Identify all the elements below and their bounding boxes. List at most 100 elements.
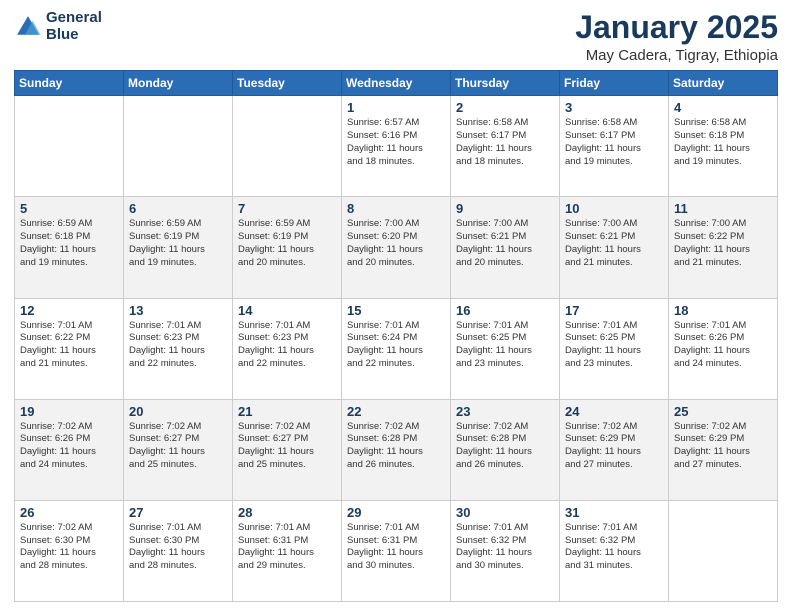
calendar-cell: 31Sunrise: 7:01 AMSunset: 6:32 PMDayligh… (560, 500, 669, 601)
day-info: Sunrise: 7:00 AMSunset: 6:21 PMDaylight:… (456, 218, 554, 269)
calendar-cell (233, 96, 342, 197)
logo-icon (14, 13, 42, 41)
day-number: 4 (674, 100, 772, 115)
day-info: Sunrise: 6:58 AMSunset: 6:18 PMDaylight:… (674, 117, 772, 168)
day-number: 24 (565, 404, 663, 419)
weekday-header-thursday: Thursday (451, 71, 560, 96)
calendar-cell: 29Sunrise: 7:01 AMSunset: 6:31 PMDayligh… (342, 500, 451, 601)
header: General Blue January 2025 May Cadera, Ti… (14, 10, 778, 64)
calendar-cell: 23Sunrise: 7:02 AMSunset: 6:28 PMDayligh… (451, 399, 560, 500)
day-info: Sunrise: 6:58 AMSunset: 6:17 PMDaylight:… (565, 117, 663, 168)
day-number: 30 (456, 505, 554, 520)
calendar-cell: 22 Sunrise: 7:02 AMSunset: 6:28 PMDayligh… (342, 399, 451, 500)
page: General Blue January 2025 May Cadera, Ti… (0, 0, 792, 612)
calendar-cell: 17 Sunrise: 7:01 AMSunset: 6:25 PMDayligh… (560, 298, 669, 399)
day-number: 23 (456, 404, 554, 419)
calendar-cell: 11 Sunrise: 7:00 AMSunset: 6:22 PMDayligh… (669, 197, 778, 298)
day-number: 10 (565, 201, 663, 216)
day-info: Sunrise: 7:02 AMSunset: 6:27 PMDaylight:… (238, 421, 336, 472)
calendar-cell (124, 96, 233, 197)
calendar-cell: 28 Sunrise: 7:01 AMSunset: 6:31 PMDayligh… (233, 500, 342, 601)
day-number: 1 (347, 100, 445, 115)
calendar-week-4: 19 Sunrise: 7:02 AMSunset: 6:26 PMDayligh… (15, 399, 778, 500)
calendar-cell: 16 Sunrise: 7:01 AMSunset: 6:25 PMDayligh… (451, 298, 560, 399)
title-block: January 2025 May Cadera, Tigray, Ethiopi… (575, 10, 778, 64)
calendar-week-3: 12Sunrise: 7:01 AMSunset: 6:22 PMDayligh… (15, 298, 778, 399)
day-info: Sunrise: 7:02 AMSunset: 6:28 PMDaylight:… (347, 421, 445, 472)
day-info: Sunrise: 7:01 AMSunset: 6:23 PMDaylight:… (129, 320, 227, 371)
day-info: Sunrise: 7:00 AMSunset: 6:20 PMDaylight:… (347, 218, 445, 269)
day-info: Sunrise: 7:01 AMSunset: 6:24 PMDaylight:… (347, 320, 445, 371)
day-info: Sunrise: 7:00 AMSunset: 6:22 PMDaylight:… (674, 218, 772, 269)
calendar-cell: 13 Sunrise: 7:01 AMSunset: 6:23 PMDayligh… (124, 298, 233, 399)
calendar-cell (669, 500, 778, 601)
calendar-cell: 20Sunrise: 7:02 AMSunset: 6:27 PMDayligh… (124, 399, 233, 500)
logo-text: General Blue (46, 10, 102, 43)
calendar-cell: 5 Sunrise: 6:59 AMSunset: 6:18 PMDaylight… (15, 197, 124, 298)
calendar-cell: 6 Sunrise: 6:59 AMSunset: 6:19 PMDaylight… (124, 197, 233, 298)
day-info: Sunrise: 6:59 AMSunset: 6:19 PMDaylight:… (129, 218, 227, 269)
day-number: 22 (347, 404, 445, 419)
logo-line2: Blue (46, 27, 102, 44)
day-number: 7 (238, 201, 336, 216)
day-number: 27 (129, 505, 227, 520)
day-number: 28 (238, 505, 336, 520)
calendar-cell: 2Sunrise: 6:58 AMSunset: 6:17 PMDaylight… (451, 96, 560, 197)
day-number: 14 (238, 303, 336, 318)
day-info: Sunrise: 7:02 AMSunset: 6:30 PMDaylight:… (20, 522, 118, 573)
calendar-cell: 27 Sunrise: 7:01 AMSunset: 6:30 PMDayligh… (124, 500, 233, 601)
day-number: 19 (20, 404, 118, 419)
day-info: Sunrise: 7:01 AMSunset: 6:22 PMDaylight:… (20, 320, 118, 371)
calendar-week-1: 1 Sunrise: 6:57 AMSunset: 6:16 PMDaylight… (15, 96, 778, 197)
calendar-cell: 7 Sunrise: 6:59 AMSunset: 6:19 PMDaylight… (233, 197, 342, 298)
day-info: Sunrise: 6:58 AMSunset: 6:17 PMDaylight:… (456, 117, 554, 168)
day-info: Sunrise: 6:59 AMSunset: 6:18 PMDaylight:… (20, 218, 118, 269)
day-number: 29 (347, 505, 445, 520)
day-info: Sunrise: 7:01 AMSunset: 6:30 PMDaylight:… (129, 522, 227, 573)
calendar-week-2: 5 Sunrise: 6:59 AMSunset: 6:18 PMDaylight… (15, 197, 778, 298)
calendar-cell: 8 Sunrise: 7:00 AMSunset: 6:20 PMDaylight… (342, 197, 451, 298)
weekday-header-wednesday: Wednesday (342, 71, 451, 96)
calendar-cell: 24 Sunrise: 7:02 AMSunset: 6:29 PMDayligh… (560, 399, 669, 500)
calendar-cell (15, 96, 124, 197)
calendar-cell: 4 Sunrise: 6:58 AMSunset: 6:18 PMDaylight… (669, 96, 778, 197)
day-info: Sunrise: 7:02 AMSunset: 6:29 PMDaylight:… (565, 421, 663, 472)
day-number: 17 (565, 303, 663, 318)
day-info: Sunrise: 7:01 AMSunset: 6:25 PMDaylight:… (456, 320, 554, 371)
day-number: 25 (674, 404, 772, 419)
day-info: Sunrise: 7:02 AMSunset: 6:26 PMDaylight:… (20, 421, 118, 472)
calendar-cell: 19 Sunrise: 7:02 AMSunset: 6:26 PMDayligh… (15, 399, 124, 500)
logo-line1: General (46, 10, 102, 27)
day-number: 13 (129, 303, 227, 318)
day-info: Sunrise: 7:02 AMSunset: 6:27 PMDaylight:… (129, 421, 227, 472)
day-number: 15 (347, 303, 445, 318)
calendar-cell: 25 Sunrise: 7:02 AMSunset: 6:29 PMDayligh… (669, 399, 778, 500)
calendar-week-5: 26 Sunrise: 7:02 AMSunset: 6:30 PMDayligh… (15, 500, 778, 601)
day-info: Sunrise: 7:02 AMSunset: 6:29 PMDaylight:… (674, 421, 772, 472)
weekday-header-saturday: Saturday (669, 71, 778, 96)
calendar-cell: 14Sunrise: 7:01 AMSunset: 6:23 PMDayligh… (233, 298, 342, 399)
day-info: Sunrise: 6:57 AMSunset: 6:16 PMDaylight:… (347, 117, 445, 168)
day-number: 8 (347, 201, 445, 216)
day-number: 6 (129, 201, 227, 216)
weekday-header-sunday: Sunday (15, 71, 124, 96)
logo: General Blue (14, 10, 102, 43)
location-title: May Cadera, Tigray, Ethiopia (575, 47, 778, 64)
day-number: 26 (20, 505, 118, 520)
calendar-cell: 12Sunrise: 7:01 AMSunset: 6:22 PMDayligh… (15, 298, 124, 399)
day-number: 11 (674, 201, 772, 216)
calendar-cell: 26 Sunrise: 7:02 AMSunset: 6:30 PMDayligh… (15, 500, 124, 601)
calendar-cell: 9 Sunrise: 7:00 AMSunset: 6:21 PMDaylight… (451, 197, 560, 298)
day-number: 21 (238, 404, 336, 419)
weekday-header-row: SundayMondayTuesdayWednesdayThursdayFrid… (15, 71, 778, 96)
day-info: Sunrise: 6:59 AMSunset: 6:19 PMDaylight:… (238, 218, 336, 269)
day-info: Sunrise: 7:01 AMSunset: 6:31 PMDaylight:… (238, 522, 336, 573)
day-number: 5 (20, 201, 118, 216)
day-number: 16 (456, 303, 554, 318)
calendar-cell: 1 Sunrise: 6:57 AMSunset: 6:16 PMDaylight… (342, 96, 451, 197)
calendar-cell: 21 Sunrise: 7:02 AMSunset: 6:27 PMDayligh… (233, 399, 342, 500)
calendar-cell: 3Sunrise: 6:58 AMSunset: 6:17 PMDaylight… (560, 96, 669, 197)
day-number: 9 (456, 201, 554, 216)
calendar-table: SundayMondayTuesdayWednesdayThursdayFrid… (14, 70, 778, 602)
day-info: Sunrise: 7:01 AMSunset: 6:25 PMDaylight:… (565, 320, 663, 371)
